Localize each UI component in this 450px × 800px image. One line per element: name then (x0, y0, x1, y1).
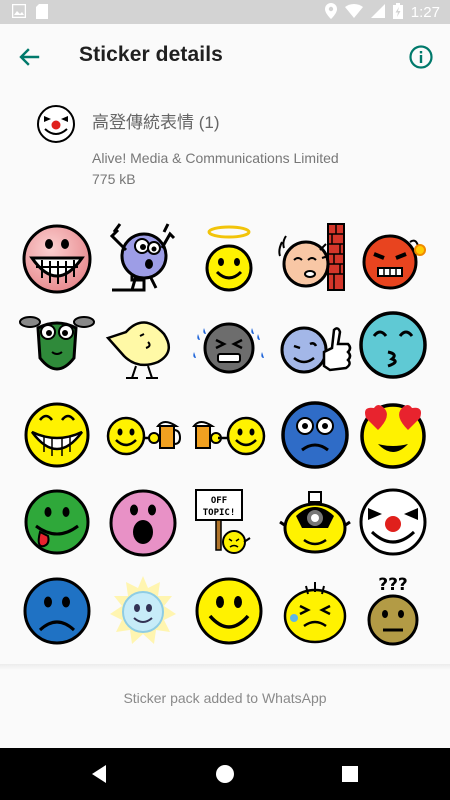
thumbs-up-smiley-sticker[interactable] (276, 308, 354, 386)
pack-name: 高登傳統表情 (1) (92, 113, 220, 132)
kissing-cyan-face-sticker[interactable] (354, 308, 432, 386)
square-recents-icon (342, 766, 358, 782)
crying-gray-face-sticker[interactable] (190, 308, 268, 386)
image-icon (11, 3, 27, 22)
angel-smiley-sticker[interactable] (190, 220, 268, 298)
svg-text:TOPIC!: TOPIC! (203, 508, 236, 518)
green-tongue-face-sticker[interactable] (18, 484, 96, 562)
sad-blue-face-sticker[interactable] (18, 572, 96, 650)
blue-shocked-face-sticker[interactable] (276, 396, 354, 474)
pack-header: 高登傳統表情 (1) Alive! Media & Communications… (0, 90, 450, 210)
info-icon (409, 45, 433, 69)
svg-text:OFF: OFF (211, 496, 227, 506)
page-title: Sticker details (79, 43, 223, 66)
status-bar: 1:27 (0, 0, 450, 24)
footer: Sticker pack added to WhatsApp (0, 664, 450, 748)
purple-creature-climbing-sticker[interactable] (104, 220, 182, 298)
green-frog-creature-sticker[interactable] (18, 308, 96, 386)
triangle-back-icon (92, 765, 106, 783)
battery-charging-icon (392, 3, 403, 22)
circle-home-icon (216, 765, 234, 783)
sd-card-icon (36, 4, 48, 22)
nav-home-button[interactable] (212, 761, 238, 787)
yellow-bird-creature-sticker[interactable] (104, 308, 182, 386)
sticker-grid: OFF TOPIC! ??? (18, 218, 432, 664)
app-bar: Sticker details (0, 24, 450, 90)
back-button[interactable] (16, 44, 42, 70)
wifi-icon (344, 4, 363, 21)
sun-glowing-face-sticker[interactable] (104, 572, 182, 650)
location-icon (324, 3, 337, 22)
squinting-drooling-face-sticker[interactable] (276, 572, 354, 650)
pack-size: 775 kB (92, 171, 136, 187)
angry-bomb-face-sticker[interactable] (354, 220, 432, 298)
publisher-name: Alive! Media & Communications Limited (92, 150, 339, 166)
face-hitting-brick-wall-sticker[interactable] (276, 220, 354, 298)
added-status-text: Sticker pack added to WhatsApp (123, 690, 327, 706)
camera-yellow-smiley-sticker[interactable] (276, 484, 354, 562)
confused-question-face-sticker[interactable]: ??? (354, 572, 432, 650)
off-topic-sign-smiley-sticker[interactable]: OFF TOPIC! (190, 484, 268, 562)
smiley-with-beer-sticker[interactable] (190, 396, 268, 474)
pink-surprised-face-sticker[interactable] (104, 484, 182, 562)
question-marks: ??? (378, 575, 408, 595)
footer-divider (0, 664, 450, 670)
nav-recents-button[interactable] (337, 761, 363, 787)
signal-icon (370, 4, 385, 21)
nav-back-button[interactable] (87, 761, 113, 787)
navigation-bar (0, 748, 450, 800)
smiley-holding-beer-sticker[interactable] (104, 396, 182, 474)
info-button[interactable] (408, 44, 434, 70)
clock: 1:27 (410, 4, 440, 21)
clown-face-sticker[interactable] (354, 484, 432, 562)
toothy-yellow-grin-sticker[interactable] (18, 396, 96, 474)
big-grin-face-sticker[interactable] (18, 220, 96, 298)
back-arrow-icon (19, 48, 40, 66)
clown-face-icon (36, 104, 76, 144)
classic-yellow-smiley-sticker[interactable] (190, 572, 268, 650)
heart-eyes-face-sticker[interactable] (354, 396, 432, 474)
